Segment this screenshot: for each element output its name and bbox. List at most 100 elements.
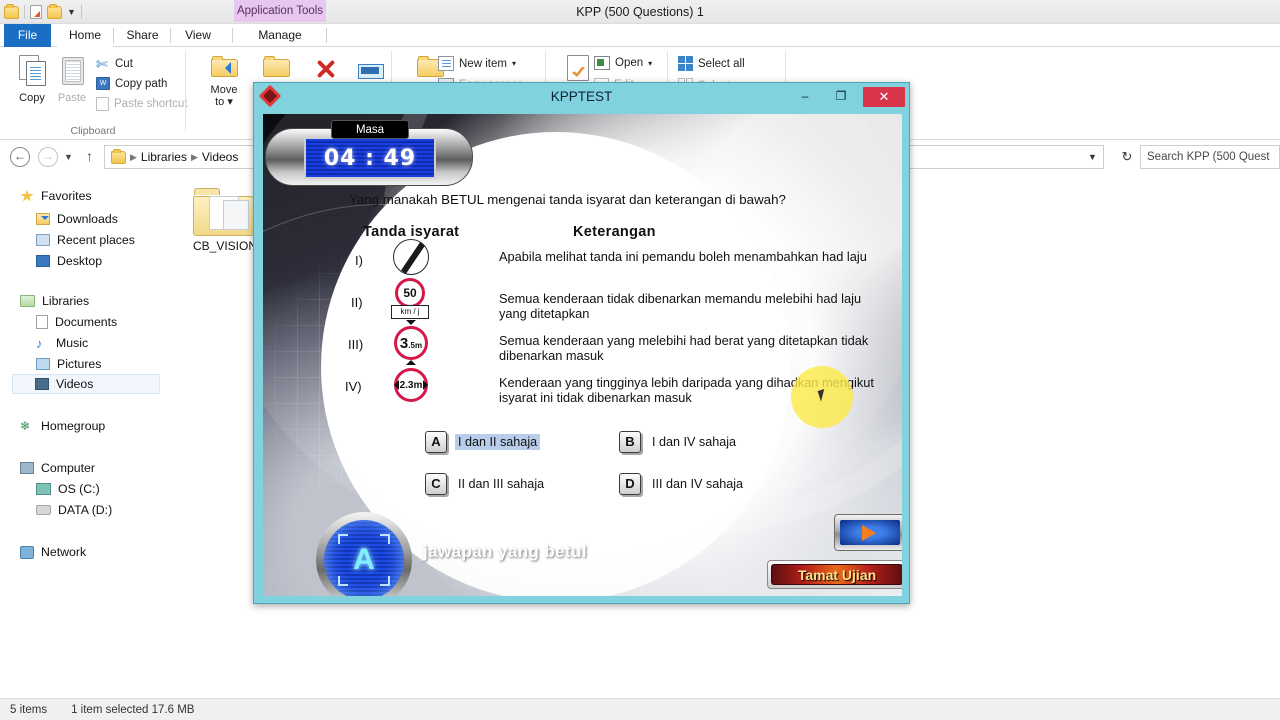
- recent-locations-chevron-icon[interactable]: ▼: [64, 152, 73, 162]
- open-icon: [594, 56, 610, 70]
- end-of-restriction-sign-icon: [393, 239, 429, 275]
- column-header-sign: Tanda isyarat: [363, 224, 460, 240]
- tab-view[interactable]: View: [172, 24, 224, 47]
- copy-icon: [19, 55, 46, 86]
- paste-button[interactable]: Paste: [46, 55, 98, 104]
- sidebar-item-downloads[interactable]: Downloads: [36, 209, 118, 229]
- answer-core: A: [324, 520, 404, 596]
- minimize-button[interactable]: –: [791, 87, 819, 106]
- paste-icon: [60, 55, 84, 85]
- kpptest-window: KPPTEST – ❐ ✕ 04 : 49 Masa Yang manakah …: [253, 82, 910, 604]
- option-key-c: C: [425, 473, 447, 495]
- option-key-d: D: [619, 473, 641, 495]
- close-button[interactable]: ✕: [863, 87, 905, 107]
- sidebar-item-documents[interactable]: Documents: [36, 312, 117, 332]
- kpptest-titlebar[interactable]: KPPTEST – ❐ ✕: [254, 83, 909, 110]
- forward-button[interactable]: →: [38, 147, 58, 167]
- back-button[interactable]: ←: [10, 147, 30, 167]
- question-prompt: Yang manakah BETUL mengenai tanda isyara…: [349, 192, 786, 207]
- sidebar-item-desktop[interactable]: Desktop: [36, 251, 102, 271]
- paste-shortcut-button[interactable]: Paste shortcut: [96, 97, 188, 111]
- sidebar-item-label: Pictures: [57, 357, 102, 371]
- row-number-3: III): [348, 337, 364, 352]
- cut-label: Cut: [115, 58, 133, 70]
- navigation-pane: Favorites Downloads Recent places Deskto…: [0, 180, 172, 705]
- row-text-2: Semua kenderaan tidak dibenarkan memandu…: [499, 291, 862, 321]
- sidebar-item-libraries[interactable]: Libraries: [20, 291, 89, 311]
- clipboard-group-label: Clipboard: [70, 125, 116, 137]
- screen: ▼ KPP (500 Questions) 1 Application Tool…: [0, 0, 1280, 720]
- row-number-4: IV): [345, 379, 362, 394]
- sidebar-item-network[interactable]: Network: [20, 542, 86, 562]
- timer-value: 04 : 49: [304, 137, 436, 179]
- sidebar-item-label: Music: [56, 336, 89, 350]
- videos-icon: [35, 378, 49, 390]
- option-a[interactable]: A I dan II sahaja: [425, 431, 541, 453]
- tab-home[interactable]: Home: [57, 24, 113, 47]
- properties-icon: [567, 55, 589, 81]
- application-tools-tab[interactable]: Application Tools: [234, 0, 326, 22]
- sidebar-item-label: Recent places: [57, 233, 135, 247]
- maximize-button[interactable]: ❐: [827, 87, 855, 106]
- sidebar-item-label: Computer: [41, 461, 95, 475]
- breadcrumb-item-libraries[interactable]: Libraries: [141, 150, 187, 164]
- timer-caption: Masa: [331, 120, 409, 139]
- next-arrow-icon: [840, 520, 900, 545]
- sidebar-item-label: Downloads: [57, 212, 118, 226]
- breadcrumb-item-videos[interactable]: Videos: [202, 150, 238, 164]
- row-number-2: II): [351, 295, 363, 310]
- next-question-button[interactable]: [834, 514, 902, 551]
- refresh-icon[interactable]: ↻: [1114, 145, 1140, 169]
- star-icon: [20, 189, 34, 202]
- sidebar-item-data-d[interactable]: DATA (D:): [36, 500, 112, 520]
- new-item-label: New item: [459, 57, 507, 70]
- row-number-1: I): [355, 253, 363, 268]
- sidebar-item-homegroup[interactable]: ❄ Homegroup: [20, 416, 105, 436]
- sidebar-item-pictures[interactable]: Pictures: [36, 354, 101, 374]
- option-label-b: I dan IV sahaja: [652, 435, 737, 449]
- timer-widget: 04 : 49 Masa: [265, 120, 473, 186]
- row-text-1: Apabila melihat tanda ini pemandu boleh …: [499, 249, 867, 264]
- open-label: Open: [615, 57, 644, 69]
- width-value: 2.3m: [399, 380, 423, 391]
- tab-manage[interactable]: Manage: [234, 24, 326, 47]
- cut-button[interactable]: ✄ Cut: [96, 57, 133, 71]
- breadcrumb-separator: ▶: [130, 151, 137, 162]
- up-button[interactable]: ↑: [86, 149, 93, 163]
- copy-path-label: Copy path: [115, 77, 168, 90]
- copy-path-button[interactable]: W Copy path: [96, 77, 167, 90]
- sidebar-item-favorites[interactable]: Favorites: [20, 186, 92, 206]
- tab-file[interactable]: File: [4, 24, 51, 47]
- new-item-button[interactable]: New item ▾: [438, 56, 516, 71]
- move-to-button[interactable]: Move to ▾: [198, 55, 250, 108]
- sidebar-item-label: OS (C:): [58, 482, 100, 496]
- sidebar-item-videos[interactable]: Videos: [12, 374, 160, 394]
- open-button[interactable]: Open ▾: [594, 56, 652, 70]
- option-d[interactable]: D III dan IV sahaja: [619, 473, 746, 495]
- kpptest-content: 04 : 49 Masa Yang manakah BETUL mengenai…: [263, 114, 902, 596]
- option-c[interactable]: C II dan III sahaja: [425, 473, 547, 495]
- ribbon-tab-strip: File Home Share View Manage: [0, 24, 1280, 47]
- desktop-icon: [36, 255, 50, 267]
- paste-shortcut-icon: [96, 97, 109, 111]
- copy-path-icon: W: [96, 77, 110, 90]
- disk-icon: [36, 505, 51, 515]
- end-test-button[interactable]: Tamat Ujian: [767, 560, 902, 589]
- sidebar-item-os-c[interactable]: OS (C:): [36, 479, 100, 499]
- search-input[interactable]: Search KPP (500 Quest: [1140, 145, 1280, 169]
- sidebar-item-computer[interactable]: Computer: [20, 458, 95, 478]
- sidebar-item-recent-places[interactable]: Recent places: [36, 230, 135, 250]
- network-icon: [20, 545, 34, 559]
- status-item-count: 5 items: [10, 703, 48, 716]
- new-item-icon: [438, 56, 454, 71]
- tab-share[interactable]: Share: [115, 24, 170, 47]
- answer-caption: jawapan yang betul: [423, 542, 588, 561]
- speed-unit-plate: km / j: [391, 305, 429, 319]
- end-test-label: Tamat Ujian: [771, 564, 902, 585]
- sidebar-item-music[interactable]: ♪ Music: [36, 333, 88, 353]
- row-text-3: Semua kenderaan yang melebihi had berat …: [499, 333, 869, 363]
- address-dropdown-icon[interactable]: ▼: [1082, 145, 1104, 169]
- select-all-button[interactable]: Select all: [678, 56, 745, 71]
- arrow-right-icon: [423, 380, 433, 390]
- option-b[interactable]: B I dan IV sahaja: [619, 431, 739, 453]
